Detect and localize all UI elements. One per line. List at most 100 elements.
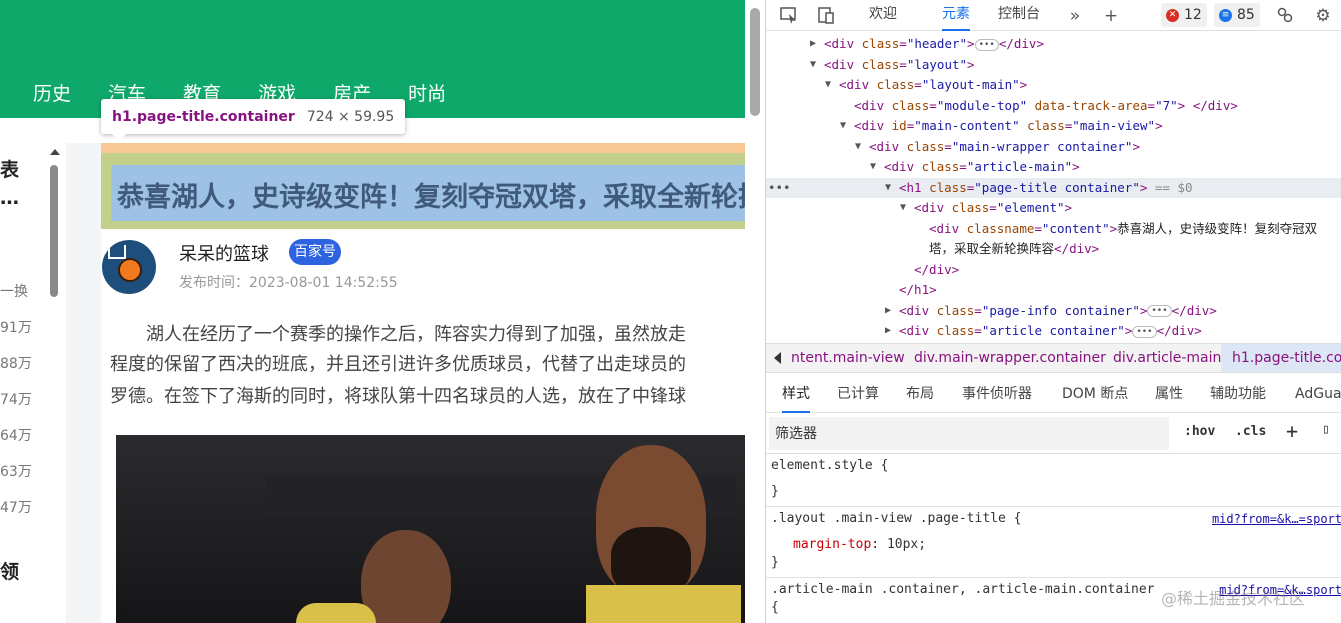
- subtab-accessibility[interactable]: 辅助功能: [1210, 375, 1266, 413]
- expand-toggle-icon[interactable]: ▶: [885, 321, 891, 341]
- settings-gear-icon[interactable]: ⚙: [1312, 5, 1334, 27]
- breadcrumb-scroll-left-icon[interactable]: [774, 352, 781, 364]
- styles-subtabs: 样式 已计算 布局 事件侦听器 DOM 断点 属性 辅助功能 AdGua: [766, 375, 1341, 413]
- hoop-icon: [108, 245, 126, 259]
- dom-node[interactable]: ▼ <div class="article-main">: [766, 157, 1341, 177]
- dom-node-selected[interactable]: ••• ▼ <h1 class="page-title container"> ==…: [766, 177, 1341, 198]
- breadcrumb-item[interactable]: div.main-wrapper.container: [914, 350, 1106, 366]
- article-body-line: 湖人在经历了一个赛季的操作之后，阵容实力得到了加强，虽然放走: [110, 324, 686, 345]
- author-name[interactable]: 呆呆的篮球: [179, 240, 269, 266]
- expand-toggle-icon[interactable]: ▼: [870, 157, 876, 177]
- sidebar-row-prefix[interactable]: 一换: [0, 281, 28, 301]
- sidebar-row-count[interactable]: 88万: [0, 353, 32, 373]
- breadcrumb-item-selected[interactable]: h1.page-title.con: [1232, 350, 1341, 366]
- subtab-dom-breakpoints[interactable]: DOM 断点: [1062, 375, 1128, 413]
- hov-toggle[interactable]: :hov: [1184, 424, 1215, 439]
- expand-toggle-icon[interactable]: ▼: [825, 75, 831, 95]
- subtab-adguard[interactable]: AdGua: [1295, 375, 1341, 413]
- computed-sidebar-icon[interactable]: ▯: [1322, 422, 1330, 437]
- subtab-properties[interactable]: 属性: [1155, 375, 1183, 413]
- page-viewport: 历史 汽车 教育 游戏 房产 时尚 表 … 一换 91万 88万 74万 64万 63万 47万 领…: [0, 0, 765, 623]
- inspect-element-icon[interactable]: [778, 5, 800, 27]
- player-jersey: [296, 603, 376, 623]
- dom-node[interactable]: ▼ <div class="element">: [766, 198, 1341, 218]
- nav-item[interactable]: 时尚: [408, 78, 446, 110]
- sidebar-row-count[interactable]: 64万: [0, 425, 32, 445]
- expand-toggle-icon[interactable]: ▶: [885, 301, 891, 321]
- style-rule-selector[interactable]: .layout .main-view .page-title {: [771, 509, 1021, 529]
- customize-icon[interactable]: [1274, 5, 1296, 27]
- styles-filter-row: :hov .cls + ▯: [766, 414, 1341, 454]
- tab-elements[interactable]: 元素: [942, 0, 970, 31]
- page-scroll-thumb[interactable]: [750, 8, 760, 116]
- tab-console[interactable]: 控制台: [998, 0, 1040, 31]
- baijiahao-badge: 百家号: [289, 239, 341, 265]
- basketball-icon: [118, 258, 142, 282]
- dom-node[interactable]: </h1>: [766, 280, 1341, 300]
- scroll-up-icon[interactable]: [50, 149, 60, 155]
- breadcrumb-item[interactable]: div.article-main: [1113, 350, 1221, 366]
- dom-node[interactable]: ▼ <div id="main-content" class="main-view…: [766, 116, 1341, 136]
- dom-node[interactable]: ▶ <div class="page-info container"> ••• </d…: [766, 301, 1341, 321]
- expand-toggle-icon[interactable]: ▼: [855, 137, 861, 157]
- highlight-content: 恭喜湖人，史诗级变阵！复刻夺冠双塔，采取全新轮换阵容: [111, 165, 765, 221]
- style-property-name[interactable]: margin-top: [793, 537, 871, 552]
- subtab-computed[interactable]: 已计算: [837, 375, 879, 413]
- error-count: 12: [1184, 7, 1202, 23]
- sidebar-row-count[interactable]: 63万: [0, 461, 32, 481]
- subtab-event-listeners[interactable]: 事件侦听器: [962, 375, 1032, 413]
- styles-filter-input[interactable]: [769, 417, 1169, 450]
- dom-node[interactable]: ▼ <div class="layout-main">: [766, 75, 1341, 95]
- subtab-layout[interactable]: 布局: [906, 375, 934, 413]
- add-tab-icon[interactable]: +: [1100, 5, 1122, 27]
- author-avatar[interactable]: [102, 240, 156, 294]
- tooltip-arrow: [111, 133, 127, 141]
- sidebar-row-count[interactable]: 91万: [0, 317, 32, 337]
- dom-node[interactable]: 塔，采取全新轮换阵容</div>: [766, 239, 1341, 259]
- sidebar-heading-sub: …: [0, 187, 19, 209]
- error-count-badge[interactable]: ✕ 12: [1161, 3, 1207, 27]
- cls-toggle[interactable]: .cls: [1235, 424, 1266, 439]
- expand-toggle-icon[interactable]: ▼: [885, 178, 891, 198]
- scroll-thumb[interactable]: [50, 165, 58, 297]
- style-rule-selector[interactable]: .article-main .container, .article-main.…: [771, 580, 1155, 600]
- style-rule-close: }: [771, 484, 779, 499]
- more-tabs-icon[interactable]: »: [1064, 5, 1086, 27]
- player-figure: [361, 530, 451, 623]
- new-style-rule-icon[interactable]: +: [1286, 419, 1298, 443]
- message-count: 85: [1237, 7, 1255, 23]
- dom-node[interactable]: ▶ <div class="article container"> ••• </div…: [766, 321, 1341, 341]
- dom-node[interactable]: ▼ <div class="layout">: [766, 55, 1341, 75]
- nav-item[interactable]: 历史: [33, 78, 71, 110]
- style-declaration[interactable]: margin-top: 10px;: [793, 535, 926, 555]
- dom-node[interactable]: ▶ <div class="header"> ••• </div>: [766, 34, 1341, 54]
- dom-node[interactable]: </div>: [766, 260, 1341, 280]
- sidebar-scrollbar[interactable]: [44, 143, 66, 623]
- dom-node[interactable]: <div class="module-top" data-track-area=…: [766, 96, 1341, 116]
- dom-node[interactable]: ▼ <div class="main-wrapper container">: [766, 137, 1341, 157]
- sidebar-row-count[interactable]: 47万: [0, 497, 32, 517]
- sidebar-heading-2: 领: [0, 561, 20, 583]
- style-rule-open: {: [771, 600, 779, 615]
- style-property-value[interactable]: 10px;: [887, 537, 926, 552]
- sidebar-row-count[interactable]: 74万: [0, 389, 32, 409]
- style-source-link[interactable]: mid?from=&k…=sport: [1212, 509, 1341, 529]
- styles-pane: element.style { } .layout .main-view .pa…: [766, 455, 1341, 623]
- article-body-line: 罗德。在签下了海斯的同时，将球队第十四名球员的人选，放在了中锋球: [110, 386, 686, 407]
- watermark: @稀土掘金技术社区: [1161, 589, 1306, 608]
- breadcrumb-item[interactable]: ntent.main-view: [791, 350, 905, 366]
- expand-toggle-icon[interactable]: ▼: [840, 116, 846, 136]
- tab-welcome[interactable]: 欢迎: [869, 0, 897, 31]
- style-rule-selector[interactable]: element.style {: [771, 456, 888, 476]
- page-scrollbar[interactable]: [745, 0, 765, 623]
- devtools-panel: 欢迎 元素 控制台 » + ✕ 12 ≡ 85 ⚙ ▶ <div class="h…: [765, 0, 1341, 623]
- expand-toggle-icon[interactable]: ▶: [810, 34, 816, 54]
- device-toolbar-icon[interactable]: [816, 5, 838, 27]
- expand-toggle-icon[interactable]: ▼: [900, 198, 906, 218]
- expand-toggle-icon[interactable]: ▼: [810, 55, 816, 75]
- subtab-styles[interactable]: 样式: [782, 375, 810, 413]
- dom-node[interactable]: <div classname="content">恭喜湖人，史诗级变阵！复刻夺冠…: [766, 219, 1341, 239]
- message-count-badge[interactable]: ≡ 85: [1214, 3, 1260, 27]
- page-gutter: [66, 143, 101, 623]
- dom-tree: ▶ <div class="header"> ••• </div> ▼ <div clas…: [766, 33, 1341, 343]
